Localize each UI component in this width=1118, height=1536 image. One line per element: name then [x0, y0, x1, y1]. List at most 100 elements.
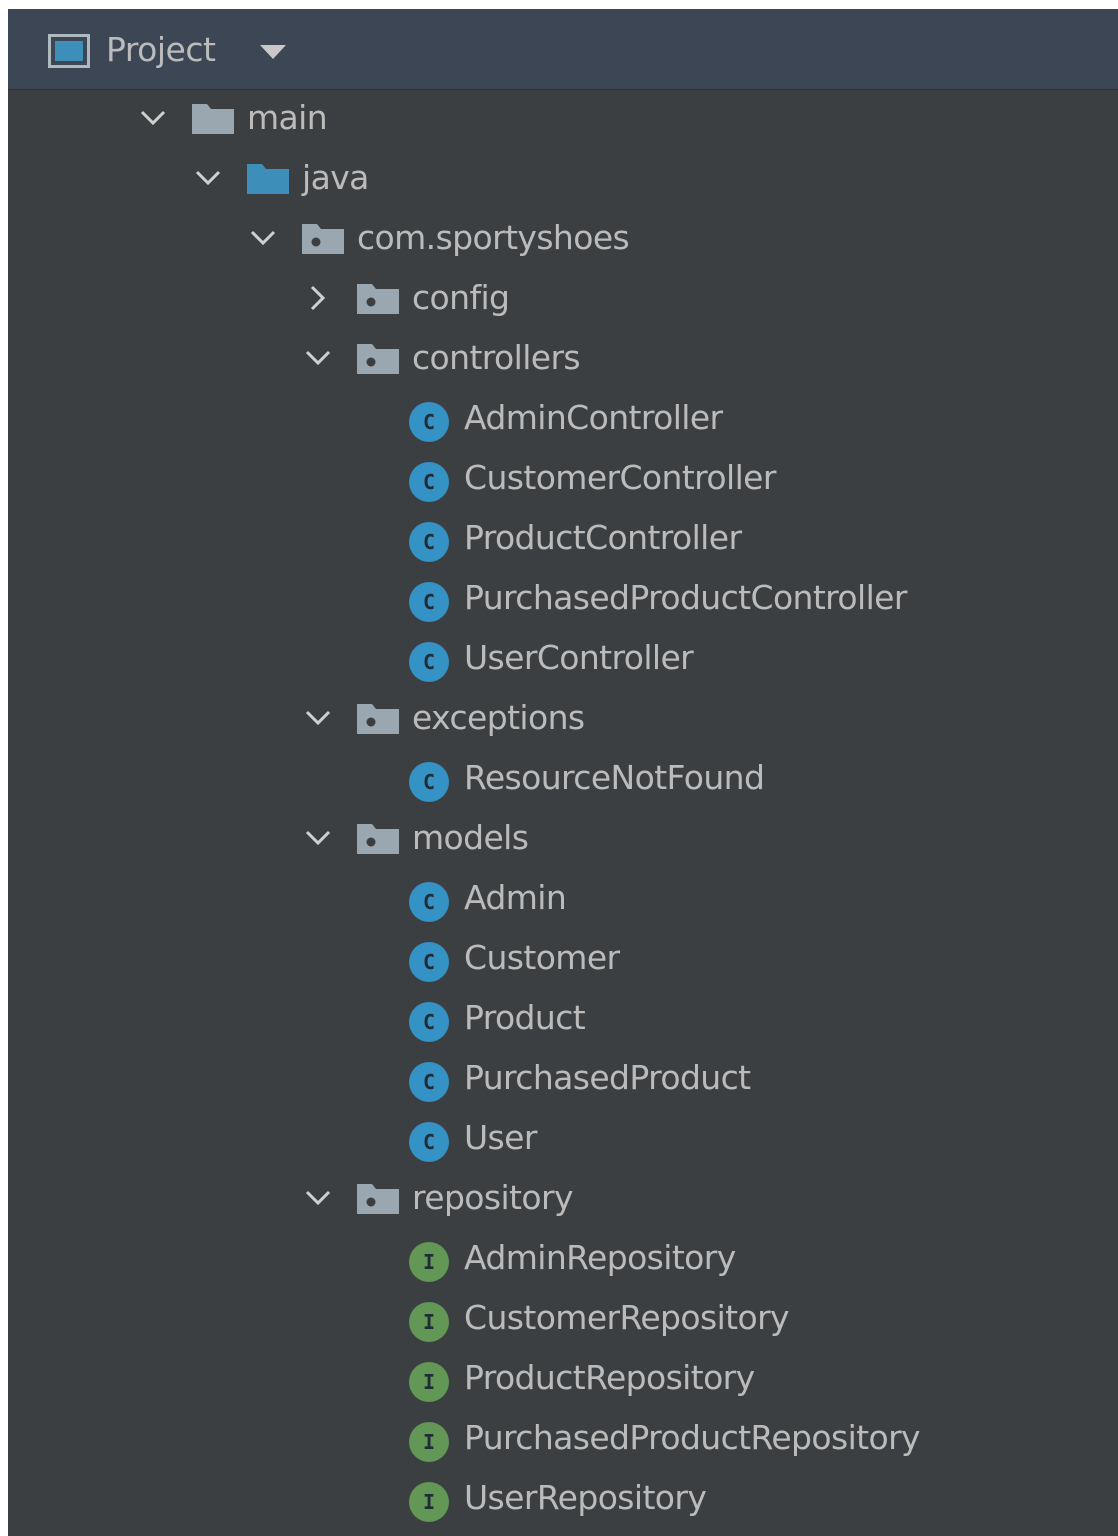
package-icon — [357, 344, 399, 374]
svg-text:C: C — [423, 650, 435, 674]
tree-item-label: controllers — [412, 338, 581, 377]
triangle-down-icon[interactable] — [258, 43, 288, 61]
tree-item-usercontroller[interactable]: C UserController — [8, 629, 1118, 689]
tree-item-label: PurchasedProduct — [464, 1058, 751, 1097]
interface-icon: I — [409, 1242, 449, 1282]
svg-text:I: I — [423, 1310, 435, 1334]
tree-item-label: PurchasedProductRepository — [464, 1418, 921, 1457]
tree-item-label: Product — [464, 998, 586, 1037]
interface-icon: I — [409, 1362, 449, 1402]
svg-text:C: C — [423, 1130, 435, 1154]
tree-item-label: UserController — [464, 638, 694, 677]
svg-text:C: C — [423, 1070, 435, 1094]
svg-text:C: C — [423, 890, 435, 914]
tree-item-adminrepository[interactable]: I AdminRepository — [8, 1229, 1118, 1289]
tree-item-label: User — [464, 1118, 537, 1157]
interface-icon: I — [409, 1482, 449, 1522]
tree-item-label: main — [247, 98, 328, 137]
svg-text:C: C — [423, 590, 435, 614]
tree-item-customerrepository[interactable]: I CustomerRepository — [8, 1289, 1118, 1349]
tree-item-purchasedproductcontroller[interactable]: C PurchasedProductController — [8, 569, 1118, 629]
tree-item-label: config — [412, 278, 510, 317]
svg-text:C: C — [423, 1010, 435, 1034]
tree-item-resourcenotfound[interactable]: C ResourceNotFound — [8, 749, 1118, 809]
class-icon: C — [409, 1002, 449, 1042]
svg-text:I: I — [423, 1490, 435, 1514]
chevron-down-icon[interactable] — [303, 703, 333, 733]
tree-item-label: CustomerController — [464, 458, 776, 497]
class-icon: C — [409, 1122, 449, 1162]
tree-item-admin[interactable]: C Admin — [8, 869, 1118, 929]
tree-item-label: CustomerRepository — [464, 1298, 790, 1337]
svg-text:I: I — [423, 1370, 435, 1394]
package-icon — [357, 1184, 399, 1214]
tree-item-purchasedproduct[interactable]: C PurchasedProduct — [8, 1049, 1118, 1109]
svg-text:C: C — [423, 770, 435, 794]
chevron-down-icon[interactable] — [193, 163, 223, 193]
package-icon — [357, 824, 399, 854]
project-panel-header: Project — [8, 9, 1118, 90]
tree-item-user[interactable]: C User — [8, 1109, 1118, 1169]
tree-item-controllers[interactable]: controllers — [8, 329, 1118, 389]
tree-item-models[interactable]: models — [8, 809, 1118, 869]
interface-icon: I — [409, 1302, 449, 1342]
tree-item-label: AdminRepository — [464, 1238, 736, 1277]
chevron-down-icon[interactable] — [248, 223, 278, 253]
tree-item-java[interactable]: java — [8, 149, 1118, 209]
tree-item-purchasedproductrepository[interactable]: I PurchasedProductRepository — [8, 1409, 1118, 1469]
source-folder-icon — [247, 164, 289, 194]
panel-title: Project — [106, 30, 216, 69]
tree-item-label: ProductController — [464, 518, 742, 557]
class-icon: C — [409, 642, 449, 682]
svg-text:I: I — [423, 1430, 435, 1454]
tree-item-com-sportyshoes[interactable]: com.sportyshoes — [8, 209, 1118, 269]
tree-item-productcontroller[interactable]: C ProductController — [8, 509, 1118, 569]
tree-item-label: AdminController — [464, 398, 723, 437]
chevron-down-icon[interactable] — [138, 103, 168, 133]
tree-item-userrepository[interactable]: I UserRepository — [8, 1469, 1118, 1529]
class-icon: C — [409, 942, 449, 982]
svg-text:C: C — [423, 470, 435, 494]
tree-item-label: java — [302, 158, 369, 197]
package-icon — [357, 284, 399, 314]
chevron-down-icon[interactable] — [303, 343, 333, 373]
svg-text:I: I — [423, 1250, 435, 1274]
project-tool-window: Project main java com.sportyshoes config con… — [8, 9, 1118, 1536]
tree-item-main[interactable]: main — [8, 89, 1118, 149]
tree-item-customercontroller[interactable]: C CustomerController — [8, 449, 1118, 509]
tree-item-label: com.sportyshoes — [357, 218, 630, 257]
tree-item-label: ResourceNotFound — [464, 758, 765, 797]
class-icon: C — [409, 762, 449, 802]
chevron-down-icon[interactable] — [303, 823, 333, 853]
class-icon: C — [409, 882, 449, 922]
tree-item-productrepository[interactable]: I ProductRepository — [8, 1349, 1118, 1409]
class-icon: C — [409, 402, 449, 442]
tree-item-label: models — [412, 818, 529, 857]
project-window-icon — [48, 34, 90, 68]
tree-item-product[interactable]: C Product — [8, 989, 1118, 1049]
tree-item-label: UserRepository — [464, 1478, 707, 1517]
tree-item-label: exceptions — [412, 698, 585, 737]
svg-text:C: C — [423, 410, 435, 434]
tree-item-exceptions[interactable]: exceptions — [8, 689, 1118, 749]
class-icon: C — [409, 1062, 449, 1102]
tree-item-admincontroller[interactable]: C AdminController — [8, 389, 1118, 449]
class-icon: C — [409, 522, 449, 562]
tree-item-label: repository — [412, 1178, 573, 1217]
tree-item-repository[interactable]: repository — [8, 1169, 1118, 1229]
tree-item-config[interactable]: config — [8, 269, 1118, 329]
class-icon: C — [409, 462, 449, 502]
folder-icon — [192, 104, 234, 134]
svg-text:C: C — [423, 530, 435, 554]
package-icon — [302, 224, 344, 254]
svg-text:C: C — [423, 950, 435, 974]
chevron-right-icon[interactable] — [303, 283, 333, 313]
tree-item-label: Admin — [464, 878, 567, 917]
tree-item-label: Customer — [464, 938, 620, 977]
tree-item-label: PurchasedProductController — [464, 578, 907, 617]
class-icon: C — [409, 582, 449, 622]
chevron-down-icon[interactable] — [303, 1183, 333, 1213]
tree-item-customer[interactable]: C Customer — [8, 929, 1118, 989]
package-icon — [357, 704, 399, 734]
interface-icon: I — [409, 1422, 449, 1462]
